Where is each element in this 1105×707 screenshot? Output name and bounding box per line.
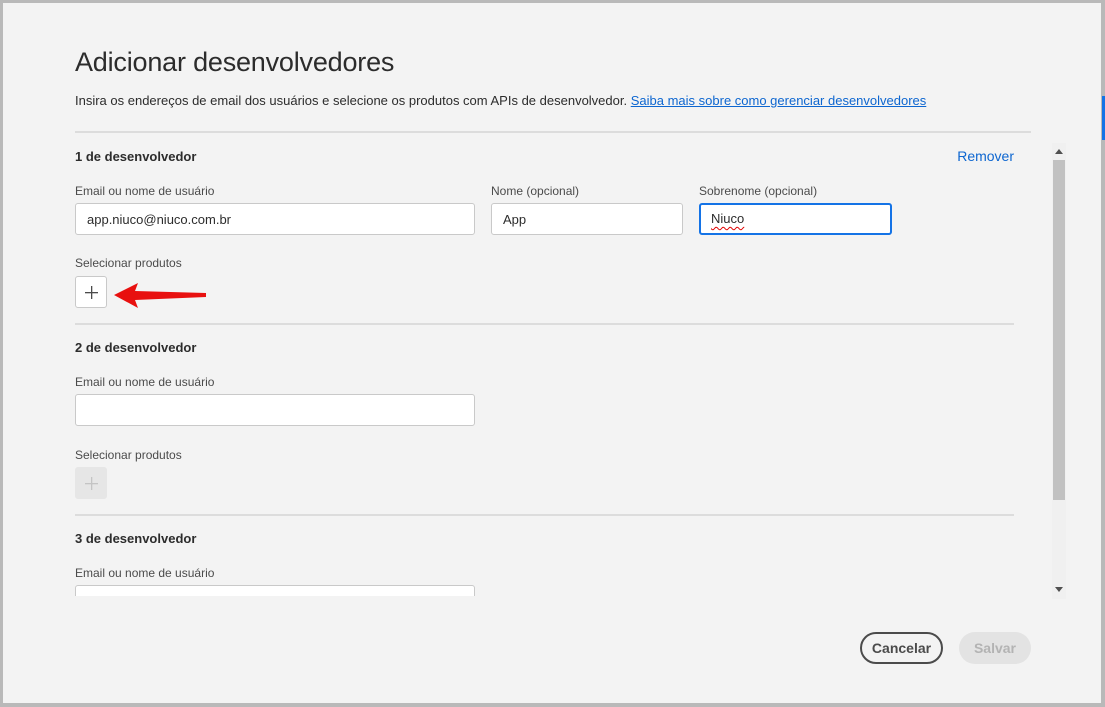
remove-developer-1-link[interactable]: Remover	[957, 148, 1014, 164]
developer-2-email-input[interactable]	[75, 394, 475, 426]
section-divider	[75, 514, 1014, 516]
developer-1-email-input[interactable]	[75, 203, 475, 235]
scrollbar-thumb[interactable]	[1053, 160, 1065, 500]
developer-3-email-input[interactable]	[75, 585, 475, 596]
developer-2-email-label: Email ou nome de usuário	[75, 375, 215, 389]
developer-3-heading: 3 de desenvolvedor	[75, 531, 197, 546]
developer-2-products-label: Selecionar produtos	[75, 448, 182, 462]
developer-1-heading: 1 de desenvolvedor	[75, 149, 197, 164]
red-arrow-icon	[114, 283, 206, 308]
add-developers-dialog: Adicionar desenvolvedores Insira os ende…	[3, 3, 1101, 703]
developer-2-heading: 2 de desenvolvedor	[75, 340, 197, 355]
developer-1-add-product-button[interactable]	[75, 276, 107, 308]
developer-1-first-name-input[interactable]	[491, 203, 683, 235]
developer-1-last-name-label: Sobrenome (opcional)	[699, 184, 818, 198]
developers-list-scrollbar[interactable]	[1052, 143, 1066, 599]
section-divider	[75, 323, 1014, 325]
developer-1-email-label: Email ou nome de usuário	[75, 184, 215, 198]
dialog-title: Adicionar desenvolvedores	[75, 47, 395, 77]
developer-1-last-name-value: Niuco	[711, 211, 745, 226]
description-text: Insira os endereços de email dos usuário…	[75, 93, 628, 108]
chevron-up-icon[interactable]	[1055, 149, 1063, 154]
save-button[interactable]: Salvar	[959, 632, 1031, 664]
developer-3-email-label: Email ou nome de usuário	[75, 566, 215, 580]
chevron-down-icon[interactable]	[1055, 587, 1063, 592]
cancel-button[interactable]: Cancelar	[860, 632, 943, 664]
developer-1-products-label: Selecionar produtos	[75, 256, 182, 270]
plus-icon	[84, 476, 98, 490]
dialog-description: Insira os endereços de email dos usuário…	[75, 93, 926, 108]
developers-list[interactable]: 1 de desenvolvedor Remover Email ou nome…	[75, 134, 1066, 596]
header-divider	[75, 131, 1031, 133]
learn-more-link[interactable]: Saiba mais sobre como gerenciar desenvol…	[631, 93, 927, 108]
developer-1-last-name-input[interactable]: Niuco	[699, 203, 892, 235]
window-edge	[1101, 0, 1105, 707]
plus-icon	[84, 285, 98, 299]
developer-2-add-product-button[interactable]	[75, 467, 107, 499]
developer-1-first-name-label: Nome (opcional)	[491, 184, 580, 198]
